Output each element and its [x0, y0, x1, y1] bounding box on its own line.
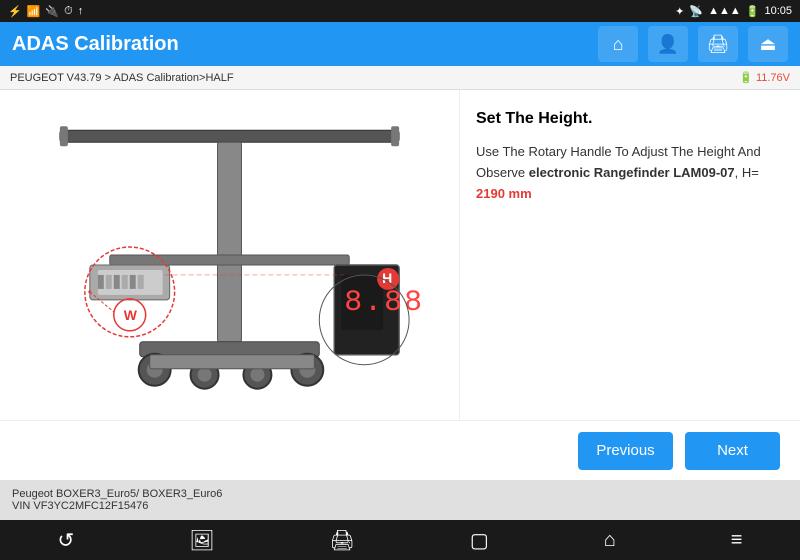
status-bar: ⚡ 📶 🔌 ⏱ ↑ ✦ 📡 ▲▲▲ 🔋 10:05 [0, 0, 800, 22]
signal-icon: 📡 [689, 5, 703, 18]
menu-button[interactable]: ≡ [711, 524, 763, 557]
android-nav-bar: ↺ 🖼 🖨 ▢ ⌂ ≡ [0, 520, 800, 560]
vehicle-info-bar: Peugeot BOXER3_Euro5/ BOXER3_Euro6 VIN V… [0, 480, 800, 520]
usb-icon: 🔌 [45, 5, 59, 18]
user-button[interactable]: 👤 [648, 26, 688, 62]
print-button[interactable]: 🖨 [698, 26, 738, 62]
instruction-body: Use The Rotary Handle To Adjust The Heig… [476, 142, 784, 204]
recent-apps-button[interactable]: ▢ [450, 523, 509, 558]
diagram-panel: W 8.88 H [0, 90, 460, 420]
svg-text:W: W [124, 307, 138, 323]
gallery-button[interactable]: 🖼 [169, 523, 234, 558]
svg-text:8.88: 8.88 [344, 285, 424, 319]
instruction-highlight-device: electronic Rangefinder LAM09-07 [529, 165, 735, 180]
main-content: W 8.88 H [0, 90, 800, 420]
home-button[interactable]: ⌂ [598, 26, 638, 62]
wifi-icon: 📶 [27, 5, 41, 18]
arrow-icon: ↑ [78, 5, 84, 17]
instruction-title: Set The Height. [476, 110, 784, 128]
vehicle-vin: VIN VF3YC2MFC12F15476 [12, 500, 788, 512]
wifi-status-icon: ▲▲▲ [708, 5, 741, 17]
status-icons-left: ⚡ 📶 🔌 ⏱ ↑ [8, 5, 83, 18]
print-nav-button[interactable]: 🖨 [310, 523, 375, 558]
header-actions: ⌂ 👤 🖨 ⏏ [598, 26, 788, 62]
export-button[interactable]: ⏏ [748, 26, 788, 62]
battery-display: 🔋 11.76V [739, 71, 790, 84]
calibration-diagram: W 8.88 H [10, 100, 449, 410]
battery-icon-small: 🔋 [739, 71, 753, 84]
clock-icon: ⏱ [64, 5, 73, 18]
navigation-bar: Previous Next [0, 420, 800, 480]
battery-icon: 🔋 [746, 5, 760, 18]
previous-button[interactable]: Previous [578, 432, 673, 470]
app-header: ADAS Calibration ⌂ 👤 🖨 ⏏ [0, 22, 800, 66]
instructions-panel: Set The Height. Use The Rotary Handle To… [460, 90, 800, 420]
home-nav-button[interactable]: ⌂ [584, 524, 636, 557]
next-button[interactable]: Next [685, 432, 780, 470]
breadcrumb: PEUGEOT V43.79 > ADAS Calibration>HALF [10, 72, 234, 84]
breadcrumb-bar: PEUGEOT V43.79 > ADAS Calibration>HALF 🔋… [0, 66, 800, 90]
vehicle-model: Peugeot BOXER3_Euro5/ BOXER3_Euro6 [12, 488, 788, 500]
instruction-text-body2: , H= [735, 165, 759, 180]
bt-icon: ✦ [675, 5, 684, 18]
time-display: 10:05 [764, 5, 792, 17]
status-icons-right: ✦ 📡 ▲▲▲ 🔋 10:05 [675, 5, 792, 18]
back-button[interactable]: ↺ [37, 523, 94, 558]
app-title: ADAS Calibration [12, 33, 179, 56]
instruction-highlight-measurement: 2190 mm [476, 186, 532, 201]
bluetooth-icon: ⚡ [8, 5, 22, 18]
battery-voltage: 11.76V [756, 72, 790, 84]
